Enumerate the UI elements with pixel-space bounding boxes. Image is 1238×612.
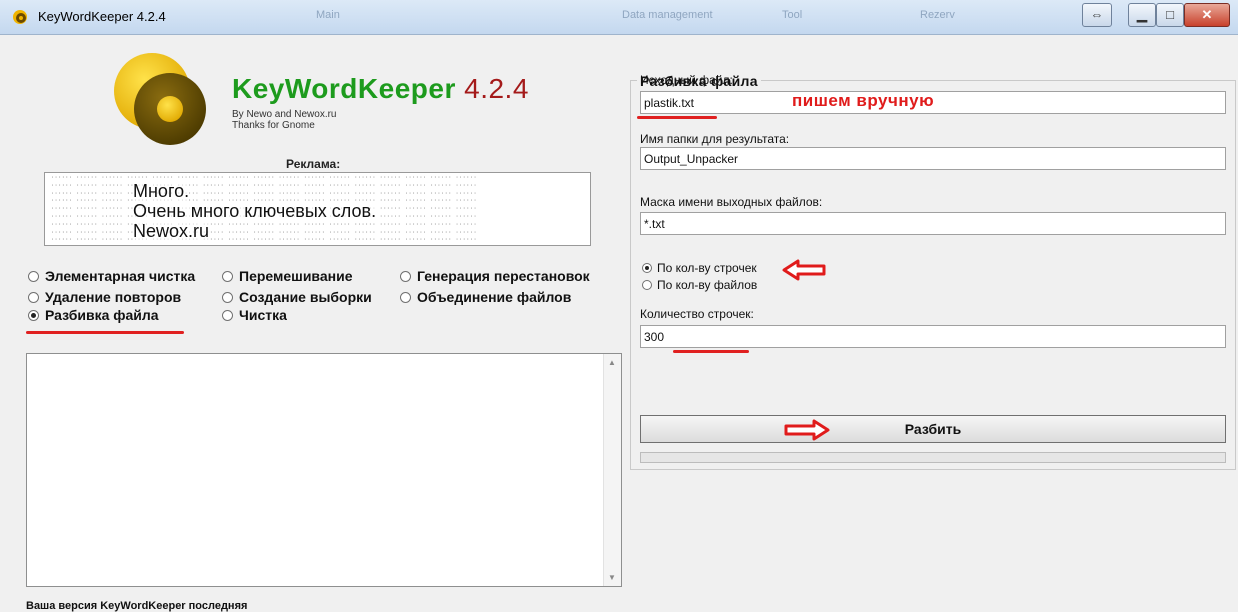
ad-line-3: Newox.ru [133, 221, 210, 241]
window-title: KeyWordKeeper 4.2.4 [38, 9, 166, 24]
split-button[interactable]: Разбить [640, 415, 1226, 443]
status-text: Ваша версия KeyWordKeeper последняя [26, 600, 248, 612]
radio-checked-icon [28, 309, 39, 321]
mask-input[interactable] [640, 212, 1226, 235]
mode-radio-merge[interactable]: Объединение файлов [400, 289, 571, 305]
output-folder-label: Имя папки для результата: [640, 132, 790, 146]
main-window: KeyWordKeeper 4.2.4 By Newo and Newox.ru… [0, 35, 1238, 612]
underline-annotation [673, 350, 749, 353]
mode-radio-elementary[interactable]: Элементарная чистка [28, 268, 195, 284]
maximize-button[interactable]: □ [1156, 3, 1184, 27]
arrow-left-icon [782, 259, 826, 281]
brand-word: Word [284, 73, 358, 104]
split-by-files-radio[interactable]: По кол-ву файлов [642, 278, 757, 292]
mode-label: Перемешивание [239, 268, 353, 284]
split-by-files-label: По кол-ву файлов [657, 278, 758, 292]
title-bar: KeyWordKeeper 4.2.4 Main Data management… [0, 0, 1238, 35]
ghost-title: Data management [622, 9, 713, 21]
mode-label: Чистка [239, 307, 287, 323]
mode-label: Удаление повторов [45, 289, 182, 305]
mode-label: Объединение файлов [417, 289, 572, 305]
log-textarea[interactable]: ▲ ▼ [26, 353, 622, 587]
close-icon: ✕ [1201, 7, 1213, 22]
ghost-title: Tool [782, 9, 803, 21]
logo-icon [114, 53, 206, 145]
radio-circle-icon [400, 270, 411, 282]
radio-circle-icon [642, 280, 652, 290]
scroll-down-icon[interactable]: ▼ [608, 573, 616, 582]
mode-radio-sample[interactable]: Создание выборки [222, 289, 372, 305]
mode-label: Разбивка файла [45, 307, 159, 323]
scroll-up-icon[interactable]: ▲ [608, 358, 616, 367]
vertical-scrollbar[interactable]: ▲ ▼ [603, 354, 621, 586]
brand-keeper: Keeper [357, 73, 456, 104]
brand-key: Key [232, 73, 285, 104]
progress-bar [640, 452, 1226, 463]
radio-circle-icon [28, 270, 39, 282]
app-icon [13, 10, 27, 24]
mode-radio-clean[interactable]: Чистка [222, 307, 287, 323]
minimize-button[interactable]: ▁ [1128, 3, 1156, 27]
arrow-right-icon [784, 419, 830, 441]
close-button[interactable]: ✕ [1184, 3, 1230, 27]
source-file-label: Исходный файл: [640, 73, 733, 87]
radio-checked-icon [642, 263, 652, 273]
maximize-icon: □ [1166, 7, 1174, 22]
mode-radio-dedupe[interactable]: Удаление повторов [28, 289, 181, 305]
output-folder-input[interactable] [640, 147, 1226, 170]
underline-annotation [637, 116, 717, 119]
radio-circle-icon [400, 291, 411, 303]
mode-label: Генерация перестановок [417, 268, 590, 284]
split-by-lines-label: По кол-ву строчек [657, 261, 757, 275]
line-count-input[interactable] [640, 325, 1226, 348]
ad-banner[interactable]: ······ ······ ······ ······ ······ ·····… [44, 172, 591, 246]
resize-button[interactable]: ⇔ [1082, 3, 1112, 27]
manual-annotation: пишем вручную [792, 91, 935, 110]
ghost-title: Main [316, 9, 340, 21]
brand-credits: By Newo and Newox.ru Thanks for Gnome [232, 109, 337, 131]
mode-radio-split[interactable]: Разбивка файла [28, 307, 159, 323]
split-button-label: Разбить [904, 421, 962, 437]
radio-circle-icon [28, 291, 39, 303]
line-count-label: Количество строчек: [640, 307, 754, 321]
minimize-icon: ▁ [1137, 7, 1147, 22]
brand-title: KeyWordKeeper 4.2.4 [232, 73, 529, 105]
split-by-lines-radio[interactable]: По кол-ву строчек [642, 261, 757, 275]
underline-annotation [26, 331, 184, 334]
brand-thanks: Thanks for Gnome [232, 120, 315, 131]
brand-version: 4.2.4 [464, 73, 529, 104]
resize-icon: ⇔ [1090, 7, 1104, 22]
radio-circle-icon [222, 309, 233, 321]
mode-label: Создание выборки [239, 289, 372, 305]
ad-line-2: Очень много ключевых слов. [133, 201, 377, 221]
mode-label: Элементарная чистка [45, 268, 196, 284]
ad-label: Реклама: [286, 157, 341, 171]
ghost-title: Rezerv [920, 9, 955, 21]
mask-label: Маска имени выходных файлов: [640, 195, 823, 209]
radio-circle-icon [222, 270, 233, 282]
radio-circle-icon [222, 291, 233, 303]
ad-line-1: Много. [133, 181, 190, 201]
brand-by: By Newo and Newox.ru [232, 109, 337, 120]
mode-radio-permutations[interactable]: Генерация перестановок [400, 268, 590, 284]
mode-radio-shuffle[interactable]: Перемешивание [222, 268, 352, 284]
